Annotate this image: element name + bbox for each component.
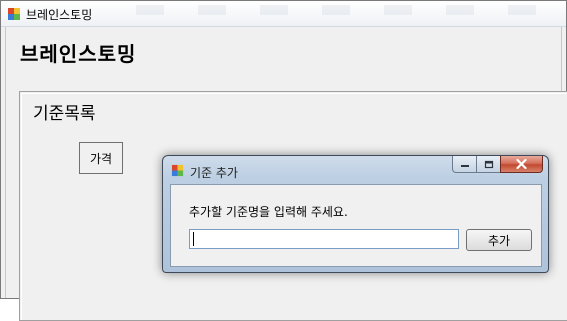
app-icon	[8, 8, 20, 20]
maximize-button[interactable]	[476, 156, 501, 173]
dialog-prompt: 추가할 기준명을 입력해 주세요.	[189, 205, 348, 219]
page-title: 브레인스토밍	[20, 42, 137, 66]
maximize-icon	[484, 160, 493, 168]
criterion-name-input[interactable]	[189, 229, 459, 249]
close-button[interactable]	[500, 156, 543, 173]
criteria-list-title: 기준목록	[33, 104, 96, 124]
close-icon	[516, 159, 527, 169]
main-titlebar[interactable]: 브레인스토밍	[1, 1, 566, 27]
dialog-body: 추가할 기준명을 입력해 주세요. 추가	[170, 184, 542, 267]
dialog-caption-buttons	[452, 156, 543, 174]
dialog-titlebar[interactable]: 기준 추가	[163, 156, 548, 184]
main-window-title: 브레인스토밍	[26, 8, 93, 22]
add-button[interactable]: 추가	[466, 229, 532, 251]
price-criterion-button[interactable]: 가격	[79, 142, 123, 174]
add-criterion-dialog: 기준 추가 추가할 기준명을 입력해 주세요. 추가	[162, 155, 549, 273]
dialog-app-icon	[171, 164, 184, 177]
dialog-title: 기준 추가	[190, 166, 238, 180]
text-caret	[193, 232, 194, 246]
minimize-icon	[460, 165, 469, 167]
minimize-button[interactable]	[452, 156, 477, 173]
